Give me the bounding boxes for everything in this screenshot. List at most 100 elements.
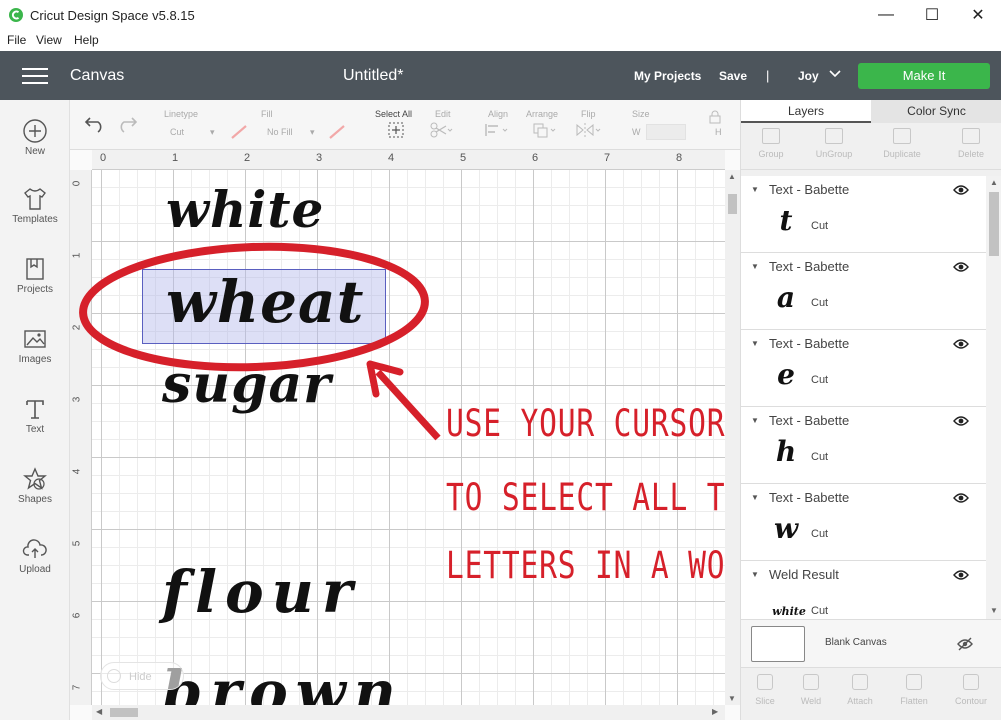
eye-icon[interactable] (953, 569, 969, 581)
save-link[interactable]: Save (719, 69, 747, 83)
menu-file[interactable]: File (7, 33, 26, 47)
scroll-thumb[interactable] (728, 194, 737, 214)
fill-label: Fill (261, 109, 273, 119)
expand-caret-icon[interactable]: ▼ (751, 493, 759, 502)
canvas-vertical-scrollbar[interactable]: ▲ ▼ (725, 170, 740, 705)
hide-label: Hide (129, 671, 152, 683)
size-w-label: W (632, 127, 641, 137)
nav-shapes[interactable]: Shapes (0, 466, 70, 526)
blank-canvas-row[interactable]: Blank Canvas (741, 619, 1001, 667)
scroll-thumb[interactable] (110, 708, 138, 717)
menu-view[interactable]: View (36, 33, 62, 47)
layer-thumbnail: w (773, 512, 799, 545)
blank-canvas-swatch[interactable] (751, 626, 805, 662)
menu-help[interactable]: Help (74, 33, 99, 47)
user-menu[interactable]: Joy (798, 69, 819, 83)
layer-item[interactable]: ▼ Text - Babette w Cut (741, 484, 986, 561)
scroll-down-icon[interactable]: ▼ (990, 606, 998, 615)
redo-icon[interactable] (116, 115, 138, 133)
delete-button[interactable]: Delete (943, 128, 999, 159)
contour-button[interactable]: Contour (947, 674, 995, 706)
contour-icon (963, 674, 979, 690)
weld-button[interactable]: Weld (787, 674, 835, 706)
app-header: Canvas Untitled* My Projects Save | Joy … (0, 51, 1001, 100)
minimize-button[interactable]: — (863, 0, 909, 30)
hide-toggle-button[interactable]: Hide (100, 662, 184, 690)
scroll-down-icon[interactable]: ▼ (728, 694, 736, 703)
linetype-label: Linetype (164, 109, 199, 119)
fill-color-icon[interactable] (328, 124, 346, 140)
eye-icon[interactable] (953, 338, 969, 350)
layers-scrollbar[interactable]: ▲ ▼ (986, 176, 1001, 619)
combine-tools: Slice Weld Attach Flatten Contour (741, 667, 1001, 720)
layer-operation: Cut (811, 374, 829, 386)
nav-new[interactable]: New (0, 118, 70, 178)
scroll-left-icon[interactable]: ◀ (96, 707, 102, 716)
design-canvas[interactable]: 0 1 2 3 4 5 6 7 8 0 1 2 3 4 5 6 7 white … (70, 150, 740, 720)
eye-icon[interactable] (953, 492, 969, 504)
eye-icon[interactable] (953, 184, 969, 196)
nav-images[interactable]: Images (0, 326, 70, 386)
nav-text[interactable]: Text (0, 396, 70, 456)
eye-icon[interactable] (953, 415, 969, 427)
nav-projects[interactable]: Projects (0, 256, 70, 316)
expand-caret-icon[interactable]: ▼ (751, 416, 759, 425)
layer-item[interactable]: ▼ Text - Babette h Cut (741, 407, 986, 484)
fill-select[interactable]: No Fill (267, 127, 293, 137)
size-h-label: H (715, 127, 722, 137)
layer-operation: Cut (811, 220, 829, 232)
window-title: Cricut Design Space v5.8.15 (30, 8, 195, 23)
expand-caret-icon[interactable]: ▼ (751, 570, 759, 579)
expand-caret-icon[interactable]: ▼ (751, 185, 759, 194)
duplicate-button[interactable]: Duplicate (874, 128, 930, 159)
expand-caret-icon[interactable]: ▼ (751, 339, 759, 348)
nav-templates[interactable]: Templates (0, 186, 70, 246)
slice-button[interactable]: Slice (741, 674, 789, 706)
nav-upload[interactable]: Upload (0, 536, 70, 596)
tab-layers[interactable]: Layers (741, 100, 871, 123)
linetype-color-icon[interactable] (230, 124, 248, 140)
undo-icon[interactable] (84, 115, 106, 133)
layer-item[interactable]: ▼ Text - Babette t Cut (741, 176, 986, 253)
scroll-up-icon[interactable]: ▲ (728, 172, 736, 181)
make-it-button[interactable]: Make It (858, 63, 990, 89)
tab-color-sync[interactable]: Color Sync (871, 100, 1001, 123)
flatten-button[interactable]: Flatten (890, 674, 938, 706)
expand-caret-icon[interactable]: ▼ (751, 262, 759, 271)
shapes-icon (23, 467, 47, 490)
select-all-icon[interactable] (388, 122, 404, 138)
layer-thumbnail: white (772, 605, 806, 618)
nav-projects-label: Projects (16, 284, 54, 295)
close-button[interactable]: ✕ (955, 0, 1001, 30)
layer-name: Text - Babette (769, 490, 850, 505)
eye-icon[interactable] (953, 261, 969, 273)
layer-thumbnail: a (776, 281, 796, 314)
flip-label: Flip (581, 109, 596, 119)
layer-item[interactable]: ▼ Text - Babette a Cut (741, 253, 986, 330)
flip-icon[interactable] (575, 122, 603, 138)
arrange-icon[interactable] (532, 122, 560, 138)
attach-button[interactable]: Attach (836, 674, 884, 706)
size-width-input[interactable] (646, 124, 686, 140)
chevron-down-icon[interactable] (828, 67, 842, 81)
scroll-right-icon[interactable]: ▶ (712, 707, 718, 716)
scissors-icon[interactable] (430, 122, 454, 138)
ungroup-button[interactable]: UnGroup (806, 128, 862, 159)
eye-hidden-icon[interactable] (957, 637, 973, 651)
lock-icon[interactable] (709, 110, 721, 124)
layer-item[interactable]: ▼ Text - Babette e Cut (741, 330, 986, 407)
layer-name: Weld Result (769, 567, 839, 582)
hamburger-menu-icon[interactable] (22, 68, 48, 84)
text-icon (26, 400, 44, 419)
cricut-logo-icon (9, 8, 23, 22)
layer-item[interactable]: ▼ Weld Result white Cut (741, 561, 986, 619)
scroll-thumb[interactable] (989, 192, 999, 256)
align-icon[interactable] (484, 122, 512, 138)
scroll-up-icon[interactable]: ▲ (990, 178, 998, 187)
linetype-select[interactable]: Cut (170, 127, 184, 137)
group-button[interactable]: Group (743, 128, 799, 159)
layer-operation: Cut (811, 451, 829, 463)
my-projects-link[interactable]: My Projects (634, 69, 701, 83)
maximize-button[interactable]: ☐ (909, 0, 955, 30)
canvas-horizontal-scrollbar[interactable]: ◀ ▶ (92, 705, 725, 720)
